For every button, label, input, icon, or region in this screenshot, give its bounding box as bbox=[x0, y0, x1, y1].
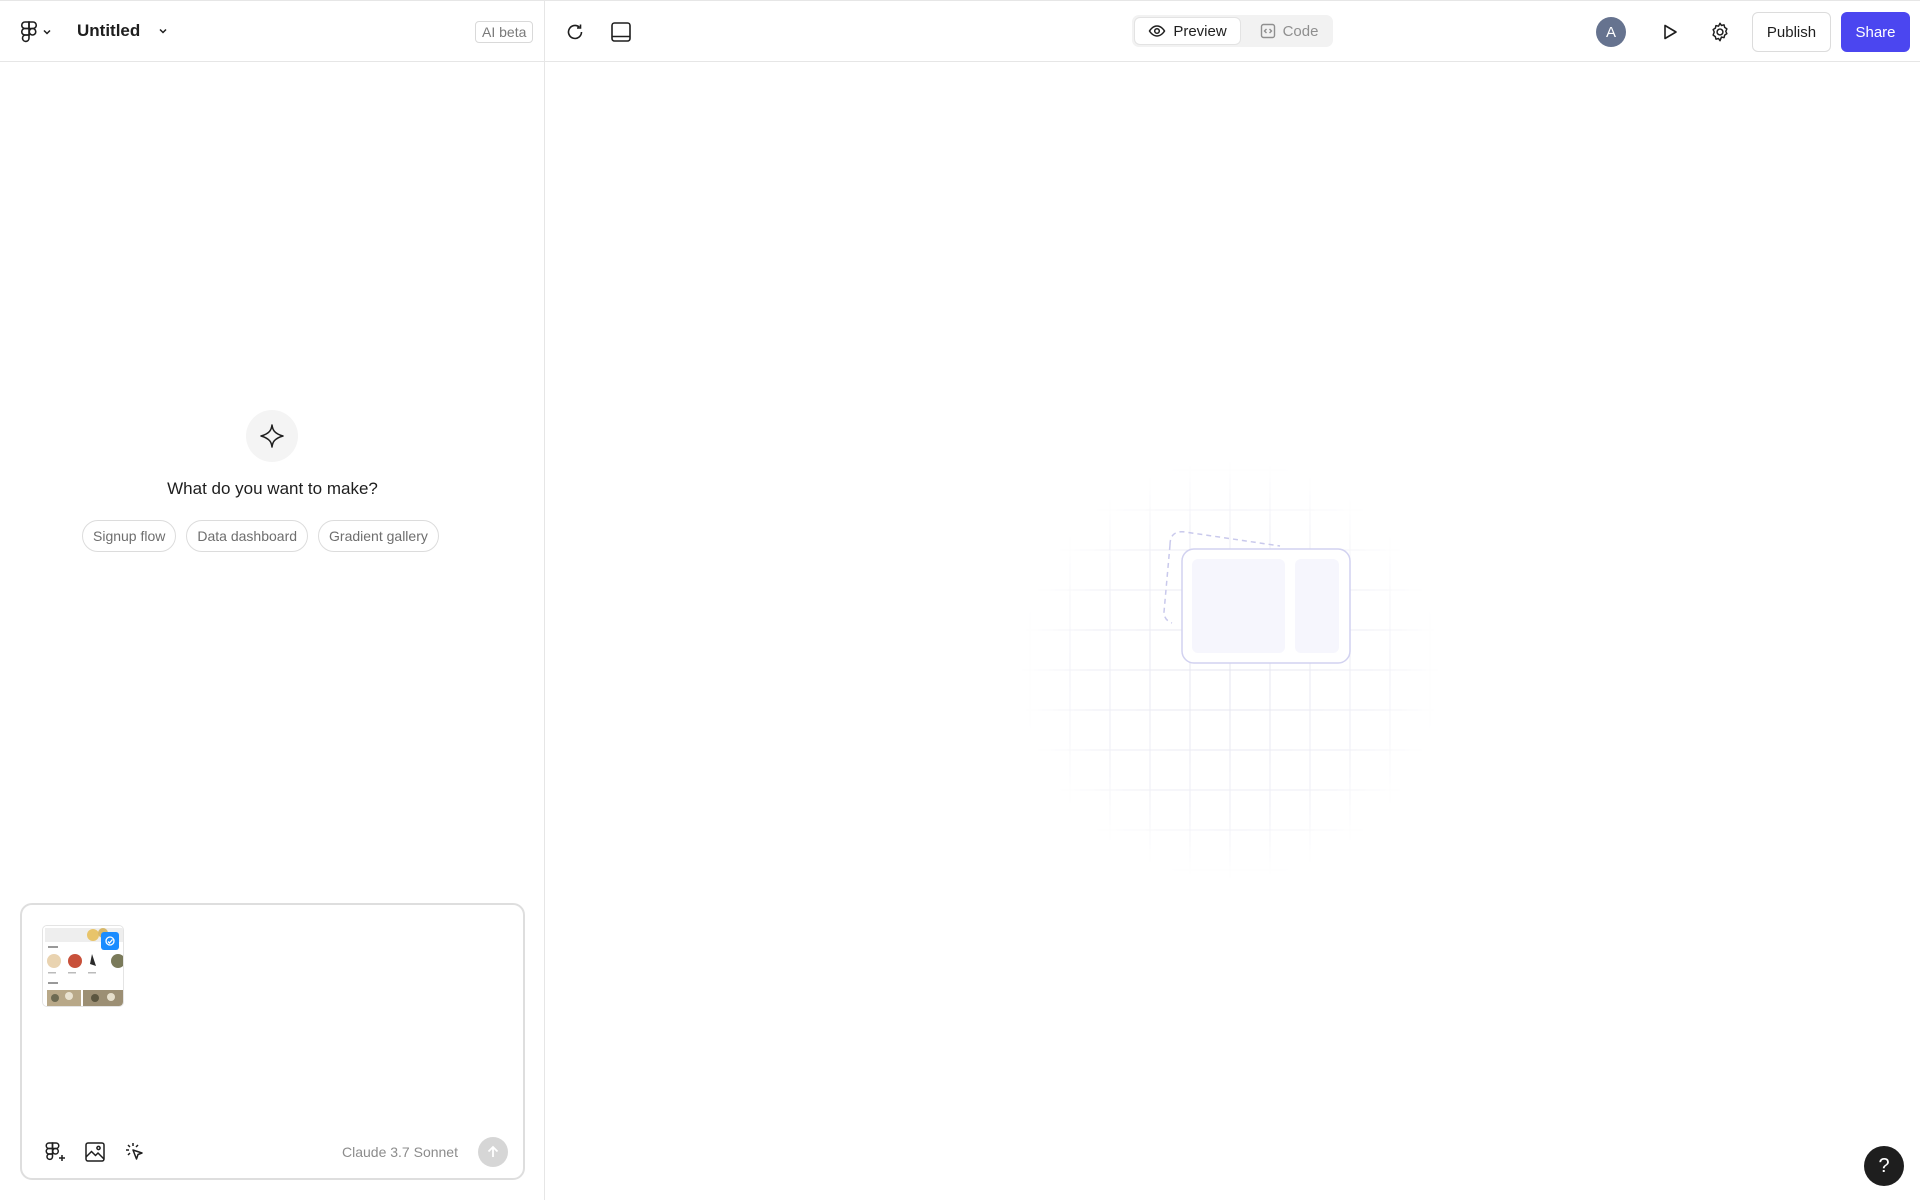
composer-toolbar bbox=[42, 1139, 148, 1165]
share-button[interactable]: Share bbox=[1841, 12, 1910, 52]
file-menu-chevron-icon[interactable] bbox=[155, 23, 171, 39]
code-icon bbox=[1260, 23, 1275, 39]
present-button[interactable] bbox=[1656, 18, 1684, 46]
code-tab[interactable]: Code bbox=[1250, 17, 1328, 45]
device-frame-button[interactable] bbox=[607, 18, 635, 46]
refresh-button[interactable] bbox=[561, 18, 589, 46]
code-tab-label: Code bbox=[1282, 22, 1319, 40]
sparkle-cursor-icon bbox=[126, 1143, 143, 1160]
ai-spark-badge bbox=[246, 410, 298, 462]
gear-icon bbox=[1712, 22, 1728, 42]
image-icon bbox=[85, 1142, 105, 1162]
prompt-heading: What do you want to make? bbox=[167, 479, 378, 498]
empty-state-illustration bbox=[1020, 460, 1440, 880]
eye-icon bbox=[1148, 25, 1166, 37]
preview-tab[interactable]: Preview bbox=[1134, 17, 1241, 45]
chat-panel: What do you want to make? Signup flow Da… bbox=[0, 62, 545, 1200]
send-button[interactable] bbox=[478, 1137, 508, 1167]
play-icon bbox=[1664, 24, 1677, 40]
settings-button[interactable] bbox=[1706, 18, 1734, 46]
select-element-button[interactable] bbox=[122, 1139, 148, 1165]
frame-link-icon bbox=[105, 936, 115, 946]
model-selector[interactable]: Claude 3.7 Sonnet bbox=[342, 1144, 458, 1160]
arrow-up-icon bbox=[487, 1145, 499, 1157]
attach-image-button[interactable] bbox=[82, 1139, 108, 1165]
device-frame-icon bbox=[611, 22, 631, 42]
preview-canvas: ? bbox=[546, 62, 1920, 1200]
chevron-down-icon bbox=[43, 29, 51, 35]
publish-button[interactable]: Publish bbox=[1752, 12, 1831, 52]
preview-tab-label: Preview bbox=[1173, 22, 1227, 40]
view-mode-toggle: Preview Code bbox=[1132, 15, 1333, 47]
file-title[interactable]: Untitled bbox=[77, 21, 140, 41]
suggestion-chip-signup-flow[interactable]: Signup flow bbox=[82, 520, 177, 552]
suggestion-chip-gradient-gallery[interactable]: Gradient gallery bbox=[318, 520, 439, 552]
top-bar-left-section: Untitled AI beta bbox=[0, 1, 545, 62]
help-button[interactable]: ? bbox=[1864, 1146, 1904, 1186]
figma-logo-icon bbox=[21, 21, 37, 43]
main-menu-button[interactable] bbox=[20, 19, 52, 45]
suggestion-chip-data-dashboard[interactable]: Data dashboard bbox=[186, 520, 309, 552]
refresh-icon bbox=[567, 24, 583, 40]
suggestion-chips: Signup flow Data dashboard Gradient gall… bbox=[82, 520, 439, 552]
top-bar: Untitled AI beta Preview Code A Publish … bbox=[0, 0, 1920, 62]
ai-beta-badge: AI beta bbox=[475, 21, 534, 43]
add-figma-design-button[interactable] bbox=[42, 1139, 68, 1165]
user-avatar[interactable]: A bbox=[1596, 17, 1626, 47]
figma-selection-badge bbox=[101, 932, 119, 950]
figma-add-icon bbox=[45, 1142, 65, 1161]
sparkle-icon bbox=[260, 424, 284, 448]
prompt-composer[interactable]: Claude 3.7 Sonnet bbox=[20, 903, 525, 1180]
attached-frame-thumbnail[interactable] bbox=[42, 925, 124, 1007]
